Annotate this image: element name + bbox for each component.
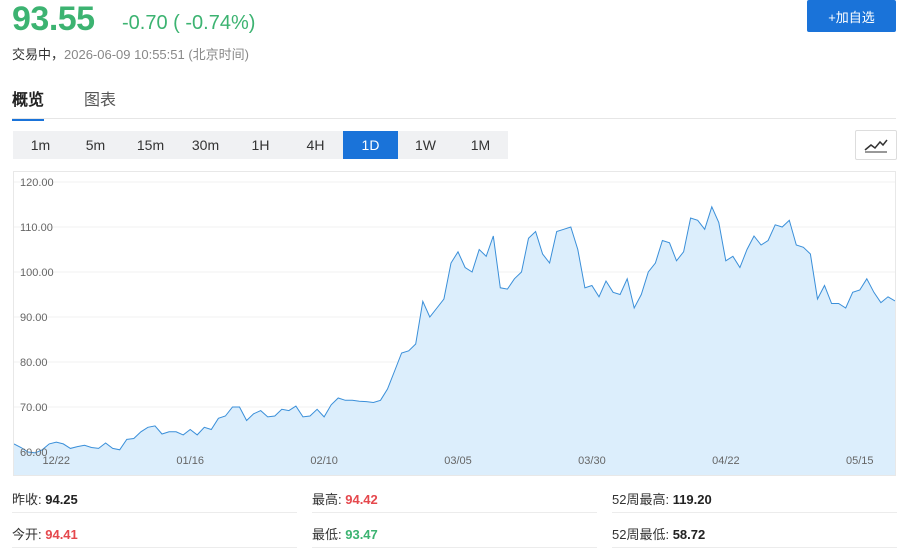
stat-item: 今开: 94.41 bbox=[12, 524, 78, 543]
y-tick-label: 120.00 bbox=[20, 177, 54, 189]
y-tick-label: 80.00 bbox=[20, 357, 48, 369]
period-15m[interactable]: 15m bbox=[123, 131, 178, 159]
period-selector: 1m 5m 15m 30m 1H 4H 1D 1W 1M bbox=[13, 131, 508, 159]
x-tick-label: 04/22 bbox=[712, 455, 740, 467]
price-chart[interactable]: 60.00 70.00 80.00 90.00 100.00 110.00 120.00 12… bbox=[13, 171, 896, 476]
period-5m[interactable]: 5m bbox=[68, 131, 123, 159]
line-chart-icon bbox=[864, 139, 888, 153]
x-tick-label: 01/16 bbox=[176, 455, 204, 467]
period-1w[interactable]: 1W bbox=[398, 131, 453, 159]
x-tick-label: 12/22 bbox=[43, 455, 71, 467]
stat-value: 58.72 bbox=[669, 527, 706, 542]
price-change: -0.70 ( -0.74%) bbox=[122, 12, 256, 34]
stat-item: 最高: 94.42 bbox=[312, 489, 378, 508]
stat-label: 今开: bbox=[12, 527, 42, 542]
x-tick-label: 03/05 bbox=[444, 455, 472, 467]
y-tick-label: 110.00 bbox=[20, 222, 53, 234]
stat-divider bbox=[312, 512, 597, 513]
tab-overview[interactable]: 概览 bbox=[12, 86, 45, 121]
tab-chart[interactable]: 图表 bbox=[84, 86, 116, 118]
stat-label: 昨收: bbox=[12, 492, 42, 507]
stat-value: 94.25 bbox=[41, 492, 78, 507]
stat-divider bbox=[12, 547, 297, 548]
stat-item: 昨收: 94.25 bbox=[12, 489, 78, 508]
trade-status: 交易中，2026-06-09 10:55:51 (北京时间) bbox=[12, 44, 249, 63]
y-tick-label: 100.00 bbox=[20, 267, 54, 279]
x-tick-label: 05/15 bbox=[846, 455, 874, 467]
x-tick-label: 03/30 bbox=[578, 455, 606, 467]
period-4h[interactable]: 4H bbox=[288, 131, 343, 159]
stat-label: 最高: bbox=[312, 492, 342, 507]
stat-item: 52周最高: 119.20 bbox=[612, 489, 712, 508]
stat-label: 最低: bbox=[312, 527, 342, 542]
stat-divider bbox=[612, 547, 897, 548]
stat-value: 94.42 bbox=[341, 492, 378, 507]
trade-status-label: 交易中， bbox=[12, 47, 65, 62]
stat-value: 93.47 bbox=[341, 527, 378, 542]
stat-value: 119.20 bbox=[669, 492, 712, 507]
stat-label: 52周最低: bbox=[612, 527, 670, 542]
period-1d[interactable]: 1D bbox=[343, 131, 398, 159]
y-tick-label: 70.00 bbox=[20, 402, 48, 414]
quote-timestamp: 2026-06-09 10:55:51 (北京时间) bbox=[64, 47, 249, 62]
period-1mo[interactable]: 1M bbox=[453, 131, 508, 159]
stat-divider bbox=[612, 512, 897, 513]
stat-divider bbox=[312, 547, 597, 548]
stat-value: 94.41 bbox=[41, 527, 78, 542]
stat-item: 最低: 93.47 bbox=[312, 524, 378, 543]
stat-label: 52周最高: bbox=[612, 492, 670, 507]
chart-type-button[interactable] bbox=[855, 130, 897, 160]
x-tick-label: 02/10 bbox=[310, 455, 338, 467]
add-to-watchlist-button[interactable]: +加自选 bbox=[807, 0, 896, 32]
period-1h[interactable]: 1H bbox=[233, 131, 288, 159]
price-area bbox=[14, 206, 895, 476]
stat-divider bbox=[12, 512, 297, 513]
tab-divider bbox=[12, 118, 896, 119]
price-chart-svg: 60.0070.0080.0090.00100.00110.00120.0012… bbox=[13, 177, 896, 476]
last-price: 93.55 bbox=[12, 0, 95, 38]
y-tick-label: 90.00 bbox=[20, 312, 48, 324]
stat-item: 52周最低: 58.72 bbox=[612, 524, 705, 543]
period-1m[interactable]: 1m bbox=[13, 131, 68, 159]
period-30m[interactable]: 30m bbox=[178, 131, 233, 159]
